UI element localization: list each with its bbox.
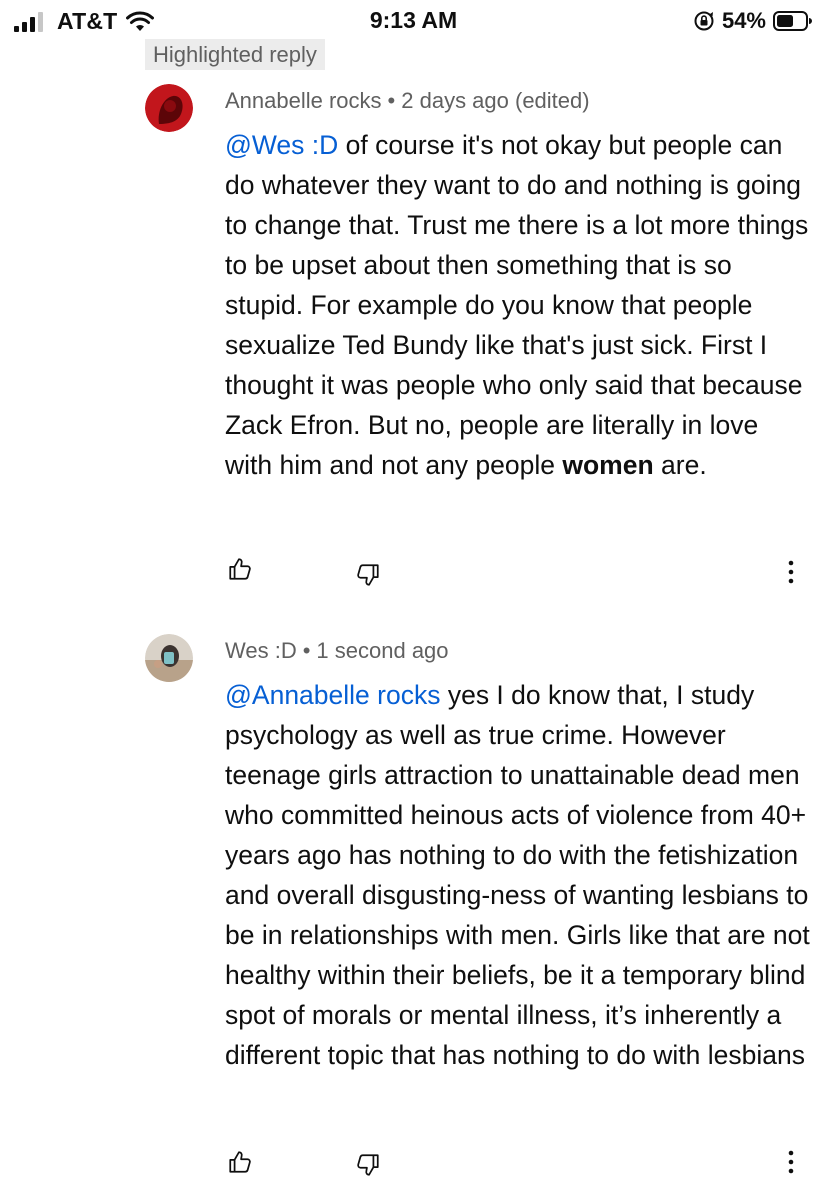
avatar[interactable] <box>145 634 193 682</box>
dislike-button[interactable] <box>353 1150 383 1180</box>
status-bar: AT&T 9:13 AM 54% <box>0 0 827 40</box>
more-options-button[interactable] <box>781 1147 801 1177</box>
comment-text-end: are. <box>653 450 707 480</box>
thumbs-down-icon <box>357 564 379 586</box>
comment-timestamp: 1 second ago <box>316 638 449 663</box>
mention-link[interactable]: @Wes :D <box>225 130 338 160</box>
more-vert-icon <box>788 1150 794 1174</box>
comment-author[interactable]: Wes :D <box>225 638 297 663</box>
battery-icon <box>773 11 812 31</box>
mention-link[interactable]: @Annabelle rocks <box>225 680 440 710</box>
comment-text-main: of course it's not okay but people can d… <box>225 130 809 480</box>
highlighted-reply-badge: Highlighted reply <box>145 39 325 70</box>
meta-separator: • <box>302 638 311 663</box>
comment-meta: Annabelle rocks • 2 days ago (edited) <box>225 88 590 114</box>
avatar[interactable] <box>145 84 193 132</box>
thumbs-down-icon <box>357 1154 379 1176</box>
comment-actions <box>0 1145 827 1185</box>
comment-actions <box>0 552 827 592</box>
more-vert-icon <box>788 560 794 584</box>
comment-text: @Annabelle rocks yes I do know that, I s… <box>225 675 810 1075</box>
battery-percentage: 54% <box>721 8 766 33</box>
thumbs-up-icon <box>229 1151 251 1173</box>
rotation-lock-icon <box>694 11 714 31</box>
dislike-button[interactable] <box>353 560 383 590</box>
comment-author[interactable]: Annabelle rocks <box>225 88 382 113</box>
like-button[interactable] <box>225 1147 255 1177</box>
comment-timestamp: 2 days ago (edited) <box>401 88 590 113</box>
thumbs-up-icon <box>229 558 251 580</box>
meta-separator: • <box>387 88 396 113</box>
like-button[interactable] <box>225 554 255 584</box>
comment-text: @Wes :D of course it's not okay but peop… <box>225 125 810 485</box>
more-options-button[interactable] <box>781 557 801 587</box>
comment-text-main: yes I do know that, I study psychology a… <box>225 680 810 1070</box>
comment-text-bold: women <box>562 450 654 480</box>
status-right: 54% <box>693 8 813 34</box>
comment-meta: Wes :D • 1 second ago <box>225 638 449 664</box>
